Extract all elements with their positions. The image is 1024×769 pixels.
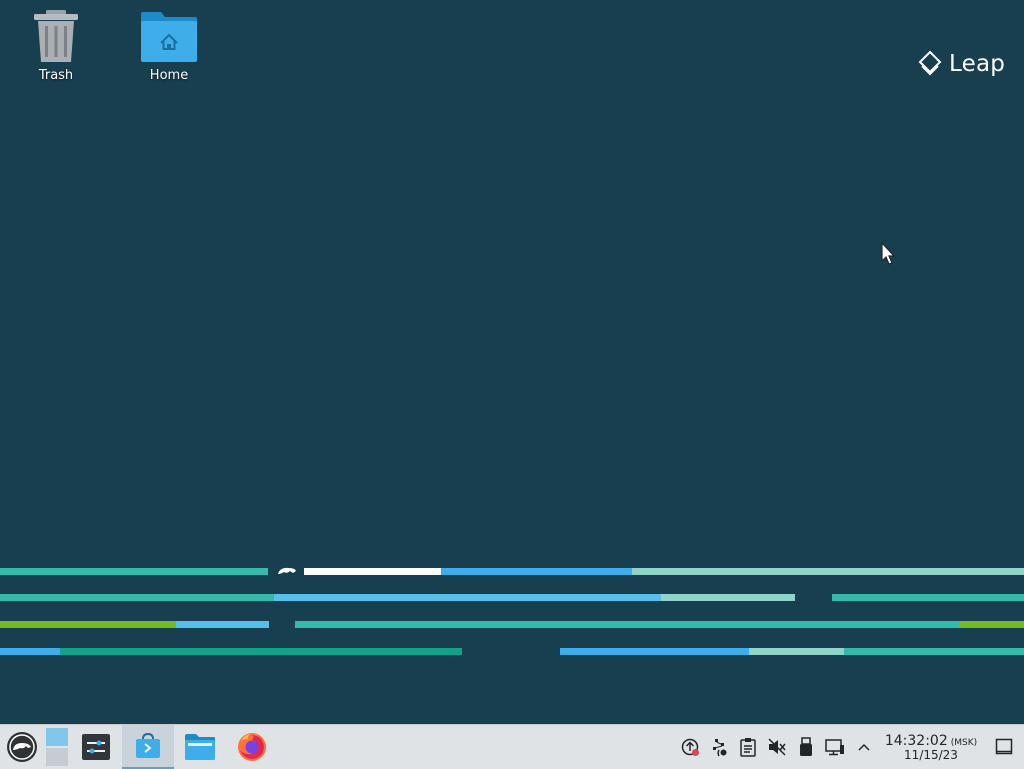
chevron-up-icon — [857, 743, 870, 751]
volume-muted-icon — [767, 738, 786, 756]
trash-icon — [34, 10, 78, 62]
pager-desktop-2[interactable] — [46, 748, 68, 766]
firefox-icon — [238, 733, 266, 761]
digital-clock[interactable]: 14:32:02 (MSK) 11/15/23 — [878, 725, 984, 769]
display-icon — [824, 739, 844, 756]
chameleon-icon — [278, 567, 296, 574]
tray-clipboard[interactable] — [733, 725, 762, 769]
settings-icon — [82, 734, 110, 760]
tray-display[interactable] — [820, 725, 849, 769]
desktop-icon-label: Trash — [38, 68, 74, 83]
tray-volume[interactable] — [762, 725, 791, 769]
desktop-icon-home[interactable]: Home — [119, 8, 219, 96]
file-manager-icon — [185, 734, 215, 760]
leap-diamond-icon — [918, 50, 942, 76]
desktop[interactable]: Trash Home Leap — [0, 0, 1024, 724]
task-file-manager[interactable] — [174, 725, 226, 769]
wallpaper-stripes — [0, 567, 1024, 655]
clock-time: 14:32:02 — [884, 732, 948, 749]
opensuse-launcher-icon — [7, 732, 37, 762]
discover-store-icon — [136, 732, 160, 758]
tray-usb-device[interactable] — [791, 725, 820, 769]
tray-network[interactable] — [704, 725, 733, 769]
task-settings[interactable] — [70, 725, 122, 769]
application-launcher-button[interactable] — [0, 725, 44, 769]
clipboard-icon — [739, 738, 756, 757]
home-folder-icon — [141, 12, 197, 62]
leap-logo-text: Leap — [949, 51, 1006, 77]
task-firefox[interactable] — [226, 725, 278, 769]
desktop-icon-label: Home — [149, 68, 189, 83]
task-discover[interactable] — [122, 725, 174, 769]
clock-timezone: (MSK) — [950, 737, 978, 748]
tray-update-notifier[interactable] — [675, 725, 704, 769]
virtual-desktop-pager[interactable] — [44, 725, 70, 769]
show-desktop-icon — [995, 738, 1013, 755]
clock-date: 11/15/23 — [904, 747, 958, 762]
update-notifier-icon — [681, 738, 699, 756]
tray-expand-button[interactable] — [849, 725, 878, 769]
usb-device-icon — [799, 737, 812, 756]
show-desktop-button[interactable] — [984, 725, 1024, 769]
network-icon — [712, 739, 726, 757]
taskbar: 14:32:02 (MSK) 11/15/23 — [0, 724, 1024, 769]
system-tray: 14:32:02 (MSK) 11/15/23 — [675, 725, 1024, 769]
desktop-icon-trash[interactable]: Trash — [6, 8, 106, 96]
leap-logo: Leap — [918, 48, 1005, 80]
pager-desktop-1[interactable] — [46, 728, 68, 746]
mouse-cursor-icon — [881, 242, 896, 265]
